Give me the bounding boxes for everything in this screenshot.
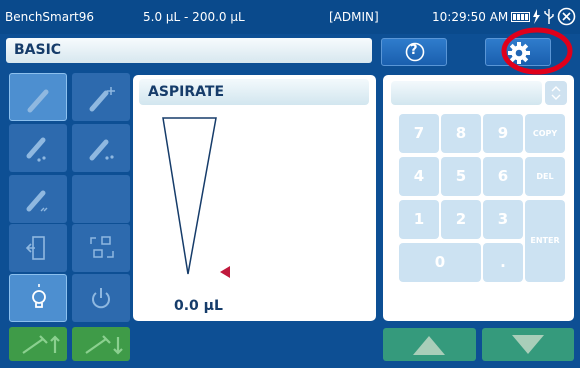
pipette-mix-icon [26, 190, 48, 212]
aspirate-plus-tool[interactable] [72, 73, 130, 121]
door-tool[interactable] [9, 224, 67, 272]
door-icon [25, 236, 45, 260]
status-bar: BenchSmart96 5.0 µL - 200.0 µL [ADMIN] 1… [0, 0, 580, 34]
key-5[interactable]: 5 [441, 157, 481, 196]
mode-bar[interactable]: BASIC [6, 38, 372, 63]
mix-tool[interactable] [9, 175, 67, 223]
light-bulb-icon [32, 284, 46, 308]
pipette-down-button[interactable] [72, 327, 130, 361]
key-0[interactable]: 0 [399, 243, 481, 282]
tip-box-icon [90, 236, 114, 258]
dispense-multi-tool[interactable] [72, 124, 130, 172]
key-4[interactable]: 4 [399, 157, 439, 196]
key-1[interactable]: 1 [399, 200, 439, 239]
down-arrow-icon [512, 335, 544, 354]
device-name: BenchSmart96 [5, 10, 94, 24]
volume-readout: 0.0 µL [174, 298, 223, 314]
value-spinner[interactable] [545, 81, 567, 105]
spinner-icon [551, 86, 561, 100]
battery-icon [511, 12, 530, 22]
volume-pointer [220, 266, 230, 278]
key-3[interactable]: 3 [483, 200, 523, 239]
key-enter[interactable]: ENTER [525, 200, 565, 282]
power-plug-icon [533, 9, 540, 24]
keypad-panel [383, 75, 574, 321]
light-tool[interactable] [9, 274, 67, 322]
pipette-up-icon [22, 335, 60, 354]
step-title-bar: ASPIRATE [139, 79, 369, 105]
pipette-up-button[interactable] [9, 327, 67, 361]
power-tool[interactable] [72, 274, 130, 322]
key-2[interactable]: 2 [441, 200, 481, 239]
aspirate-tool[interactable] [9, 73, 67, 121]
value-input[interactable] [391, 81, 542, 105]
scroll-up-button[interactable] [383, 328, 476, 361]
user-role: [ADMIN] [329, 10, 379, 24]
help-button[interactable]: ? [381, 38, 447, 66]
up-arrow-icon [413, 336, 445, 355]
pipette-drops-icon [26, 137, 46, 162]
clock: 10:29:50 AM [432, 10, 509, 24]
step-title: ASPIRATE [148, 84, 225, 100]
pipette-down-icon [85, 335, 123, 355]
pipette-drops-multi-icon [89, 139, 114, 161]
pipette-plus-icon [89, 87, 115, 112]
dispense-tool[interactable] [9, 124, 67, 172]
close-icon[interactable] [557, 7, 576, 26]
scroll-down-button[interactable] [482, 328, 574, 361]
key-7[interactable]: 7 [399, 114, 439, 153]
highlight-circle [501, 27, 573, 75]
key-dot[interactable]: . [483, 243, 523, 282]
mode-label: BASIC [14, 42, 62, 58]
key-8[interactable]: 8 [441, 114, 481, 153]
usb-icon [544, 9, 554, 24]
key-del[interactable]: DEL [525, 157, 565, 196]
power-icon [92, 288, 110, 309]
empty-tool [72, 175, 130, 223]
key-6[interactable]: 6 [483, 157, 523, 196]
key-copy[interactable]: COPY [525, 114, 565, 153]
key-9[interactable]: 9 [483, 114, 523, 153]
tip-tool[interactable] [72, 224, 130, 272]
pipette-icon [27, 89, 49, 113]
volume-range: 5.0 µL - 200.0 µL [143, 10, 245, 24]
volume-gauge [162, 117, 230, 278]
